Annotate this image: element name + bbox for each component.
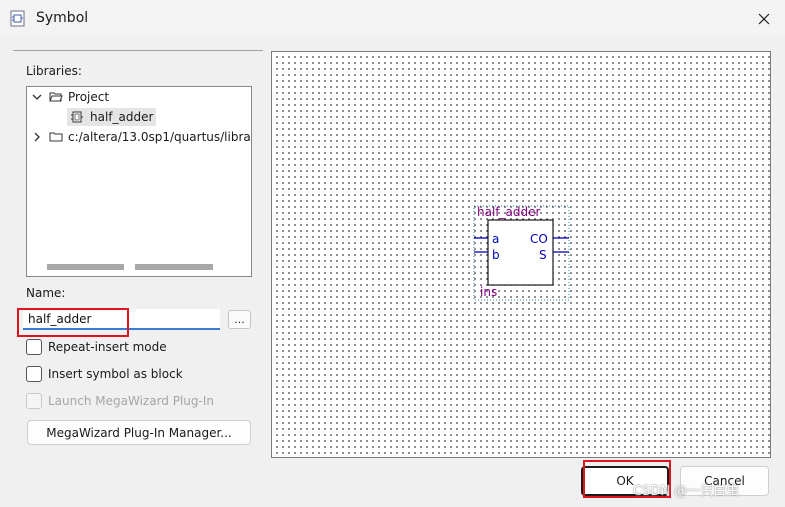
close-button[interactable]: [748, 4, 780, 34]
chevron-right-icon[interactable]: [31, 131, 43, 143]
folder-icon: [49, 132, 63, 142]
library-tree[interactable]: Project half_adder c:/altera/13.0sp1/qua…: [26, 86, 252, 277]
name-input[interactable]: [23, 309, 220, 330]
title-bar: Symbol: [0, 0, 785, 38]
name-label: Name:: [26, 286, 66, 300]
symbol-preview: half_adder a b CO S ins: [271, 51, 771, 458]
divider: [13, 50, 263, 51]
instance-name-text: ins: [480, 285, 497, 299]
launch-megawizard-checkbox: [26, 393, 42, 409]
repeat-insert-option[interactable]: Repeat-insert mode: [26, 338, 167, 356]
insert-as-block-checkbox[interactable]: [26, 366, 42, 382]
symbol-file-icon: [71, 111, 83, 123]
launch-megawizard-option: Launch MegaWizard Plug-In: [26, 392, 214, 410]
tree-item-label: c:/altera/13.0sp1/quartus/librar: [68, 130, 252, 144]
watermark: CSDN @一只白虫: [633, 484, 740, 499]
tree-item-label: half_adder: [90, 110, 154, 124]
tree-item-altera-library[interactable]: c:/altera/13.0sp1/quartus/librar: [31, 127, 252, 147]
repeat-insert-checkbox[interactable]: [26, 339, 42, 355]
window-title: Symbol: [36, 10, 89, 26]
tree-selection[interactable]: half_adder: [67, 108, 157, 126]
browse-button[interactable]: ...: [228, 310, 251, 329]
libraries-label: Libraries:: [26, 64, 82, 78]
pin-label-co: CO: [530, 232, 548, 246]
chevron-down-icon[interactable]: [31, 91, 43, 103]
symbol-drawing: half_adder a b CO S ins: [473, 205, 570, 301]
pin-label-b: b: [492, 248, 500, 262]
launch-megawizard-label: Launch MegaWizard Plug-In: [48, 394, 214, 408]
horizontal-scrollbar-thumb[interactable]: [135, 264, 213, 270]
symbol-name-text: half_adder: [477, 205, 540, 219]
tree-item-project[interactable]: Project: [31, 87, 109, 107]
repeat-insert-label: Repeat-insert mode: [48, 340, 167, 354]
folder-open-icon: [49, 92, 63, 102]
insert-as-block-option[interactable]: Insert symbol as block: [26, 365, 183, 383]
pin-label-s: S: [539, 248, 547, 262]
symbol-app-icon: [10, 10, 25, 27]
pin-label-a: a: [492, 232, 499, 246]
tree-item-half-adder[interactable]: half_adder: [67, 107, 157, 127]
close-icon: [758, 13, 770, 25]
horizontal-scrollbar-thumb[interactable]: [47, 264, 124, 270]
insert-as-block-label: Insert symbol as block: [48, 367, 183, 381]
tree-item-label: Project: [68, 90, 110, 104]
megawizard-manager-button[interactable]: MegaWizard Plug-In Manager...: [27, 420, 251, 445]
